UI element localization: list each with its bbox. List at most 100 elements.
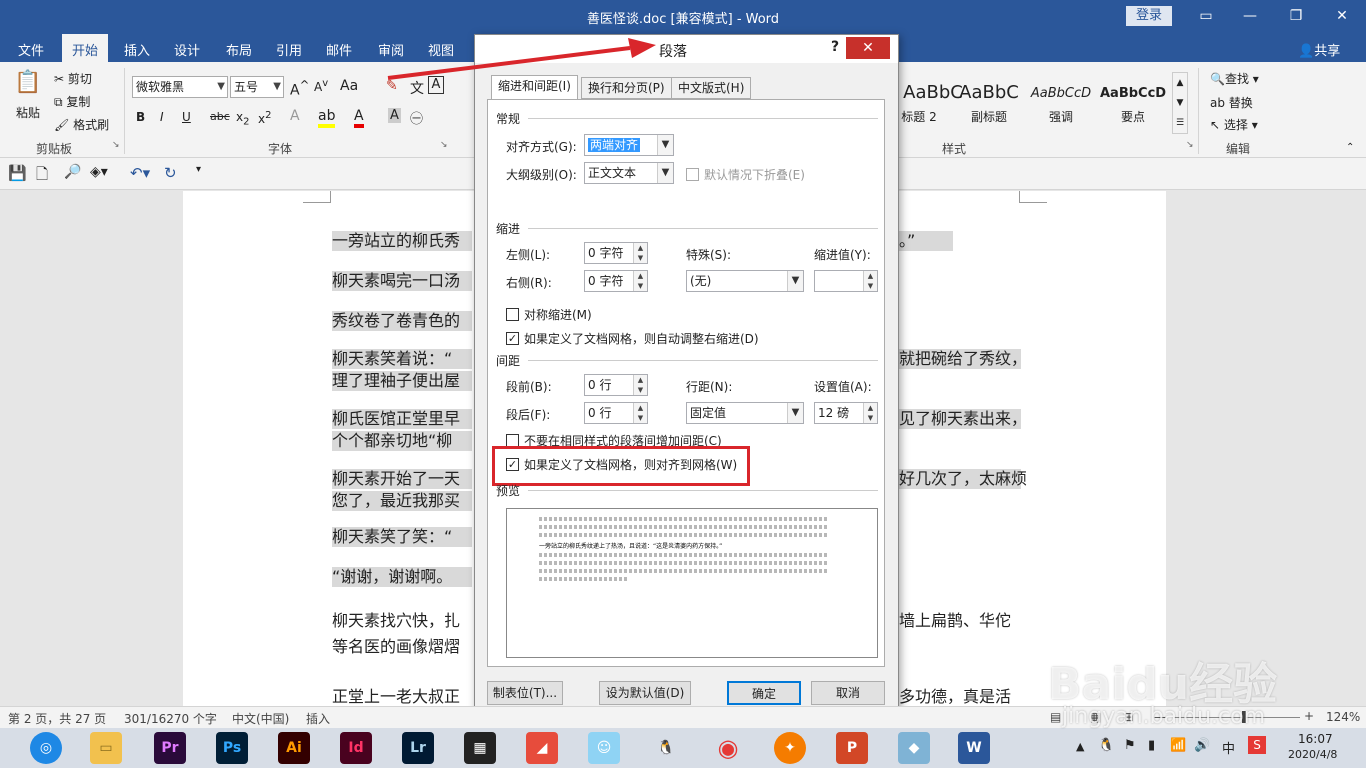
spacing-at-input[interactable]: 12 磅 ▲ ▼ bbox=[814, 402, 878, 424]
indesign-icon[interactable]: Id bbox=[340, 732, 372, 764]
customize-qat-icon[interactable]: ▾ bbox=[196, 164, 201, 175]
font-name-combo[interactable]: 微软雅黑 ▼ bbox=[132, 76, 228, 98]
spinner-icon[interactable]: ▲ ▼ bbox=[633, 403, 647, 423]
doc-paragraph[interactable]: 理了理袖子便出屋 bbox=[332, 371, 472, 391]
save-icon[interactable]: 💾 bbox=[8, 164, 27, 182]
tray-battery-icon[interactable]: ▮ bbox=[1148, 738, 1155, 753]
set-default-button[interactable]: 设为默认值(D) bbox=[599, 681, 691, 705]
dialog-launcher-icon[interactable]: ↘ bbox=[440, 140, 448, 150]
doc-paragraph[interactable]: 柳天素找穴快，扎 bbox=[332, 611, 460, 631]
spinner-icon[interactable]: ▲ ▼ bbox=[863, 403, 877, 423]
doc-paragraph[interactable]: 多功德，真是活 bbox=[899, 687, 1011, 707]
ribbon-display-icon[interactable]: ▭ bbox=[1196, 6, 1216, 26]
collapse-ribbon-icon[interactable]: ⌃ bbox=[1346, 142, 1354, 153]
dialog-launcher-icon[interactable]: ↘ bbox=[1186, 140, 1194, 150]
login-button[interactable]: 登录 bbox=[1126, 6, 1172, 26]
app-icon[interactable]: ◢ bbox=[526, 732, 558, 764]
alignment-select[interactable]: 两端对齐 ▼ bbox=[584, 134, 674, 156]
tab-references[interactable]: 引用 bbox=[276, 40, 302, 59]
restore-icon[interactable]: ❐ bbox=[1286, 6, 1306, 26]
replace-button[interactable]: ab 替换 bbox=[1210, 94, 1253, 111]
style-preview[interactable]: AaBbC bbox=[956, 82, 1022, 103]
share-button[interactable]: 👤共享 bbox=[1298, 40, 1340, 59]
special-select[interactable]: (无) ▼ bbox=[686, 270, 804, 292]
doc-paragraph[interactable]: 柳天素开始了一天 bbox=[332, 469, 472, 489]
subscript-icon[interactable]: x2 bbox=[236, 110, 249, 127]
insert-mode[interactable]: 插入 bbox=[306, 710, 330, 727]
ok-button[interactable]: 确定 bbox=[727, 681, 801, 705]
word-icon[interactable]: W bbox=[958, 732, 990, 764]
bold-icon[interactable]: B bbox=[136, 110, 145, 124]
italic-icon[interactable]: I bbox=[160, 110, 164, 124]
draw-icon[interactable]: ◈▾ bbox=[90, 164, 108, 180]
doc-paragraph[interactable]: 秀纹卷了卷青色的 bbox=[332, 311, 472, 331]
qq-icon[interactable]: 🐧 bbox=[650, 732, 682, 764]
underline-icon[interactable]: U bbox=[182, 110, 191, 124]
doc-paragraph[interactable]: 正堂上一老大叔正 bbox=[332, 687, 460, 707]
cancel-button[interactable]: 取消 bbox=[811, 681, 885, 705]
superscript-icon[interactable]: x2 bbox=[258, 110, 271, 126]
browser-icon[interactable]: ◎ bbox=[30, 732, 62, 764]
lightroom-icon[interactable]: Lr bbox=[402, 732, 434, 764]
grow-font-icon[interactable]: A^ bbox=[290, 78, 309, 99]
explorer-icon[interactable]: ▭ bbox=[90, 732, 122, 764]
spinner-icon[interactable]: ▲ ▼ bbox=[633, 271, 647, 291]
doc-paragraph[interactable]: 柳天素笑着说：“ bbox=[332, 349, 472, 369]
enclose-char-icon[interactable]: ㊀ bbox=[410, 108, 423, 127]
app-icon[interactable]: ✦ bbox=[774, 732, 806, 764]
paste-icon[interactable]: 📋 bbox=[14, 70, 41, 95]
zoom-in-icon[interactable]: + bbox=[1304, 709, 1314, 723]
tray-qq-icon[interactable]: 🐧 bbox=[1098, 738, 1114, 753]
doc-paragraph[interactable]: 见了柳天素出来， bbox=[899, 409, 1027, 429]
style-label[interactable]: 要点 bbox=[1100, 108, 1166, 125]
tray-ime-label[interactable]: 中 bbox=[1222, 738, 1235, 757]
doc-paragraph[interactable]: 一旁站立的柳氏秀 bbox=[332, 231, 472, 251]
strikethrough-icon[interactable]: abc bbox=[210, 110, 230, 123]
tab-file[interactable]: 文件 bbox=[18, 40, 44, 59]
indent-by-input[interactable]: ▲ ▼ bbox=[814, 270, 878, 292]
style-preview[interactable]: AaBbCcD bbox=[1028, 86, 1094, 101]
doc-paragraph[interactable]: “谢谢，谢谢啊。 bbox=[332, 567, 472, 587]
outline-level-select[interactable]: 正文文本 ▼ bbox=[584, 162, 674, 184]
find-button[interactable]: 🔍查找 ▾ bbox=[1210, 70, 1259, 87]
doc-paragraph[interactable]: 您了，最近我那买 bbox=[332, 491, 472, 511]
new-doc-icon[interactable]: 🗋 bbox=[36, 164, 48, 189]
paste-button[interactable]: 粘贴 bbox=[16, 104, 40, 121]
select-button[interactable]: ↖ 选择 ▾ bbox=[1210, 116, 1258, 133]
doc-paragraph[interactable]: 就把碗给了秀纹， bbox=[899, 349, 1027, 369]
tray-chevron-icon[interactable]: ▲ bbox=[1076, 740, 1084, 753]
tab-insert[interactable]: 插入 bbox=[124, 40, 150, 59]
format-painter-button[interactable]: 🖌 格式刷 bbox=[54, 116, 109, 133]
styles-scroll[interactable]: ▲ ▼ ☰ bbox=[1172, 72, 1188, 134]
spacing-before-input[interactable]: 0 行 ▲ ▼ bbox=[584, 374, 648, 396]
redo-icon[interactable]: ↻ bbox=[164, 164, 177, 182]
font-color-icon[interactable]: A bbox=[354, 108, 364, 128]
char-shading-icon[interactable]: A bbox=[388, 108, 401, 123]
page-count[interactable]: 第 2 页，共 27 页 bbox=[8, 710, 106, 727]
undo-icon[interactable]: ↶▾ bbox=[130, 164, 150, 182]
tray-sogou-icon[interactable]: S bbox=[1248, 736, 1266, 754]
doc-paragraph[interactable]: 好几次了，太麻烦 bbox=[899, 469, 1027, 489]
help-icon[interactable]: ? bbox=[831, 39, 839, 55]
tab-mailings[interactable]: 邮件 bbox=[326, 40, 352, 59]
close-icon[interactable]: ✕ bbox=[846, 37, 890, 59]
spinner-icon[interactable]: ▲ ▼ bbox=[863, 271, 877, 291]
indent-left-input[interactable]: 0 字符 ▲ ▼ bbox=[584, 242, 648, 264]
minimize-icon[interactable]: — bbox=[1240, 6, 1260, 26]
style-preview[interactable]: AaBbCcD bbox=[1100, 86, 1166, 101]
language[interactable]: 中文(中国) bbox=[232, 710, 289, 727]
tabs-button[interactable]: 制表位(T)... bbox=[487, 681, 563, 705]
tab-asian-typography[interactable]: 中文版式(H) bbox=[671, 77, 752, 99]
tab-home[interactable]: 开始 bbox=[62, 34, 109, 62]
clock-time[interactable]: 16:07 bbox=[1298, 732, 1333, 746]
doc-paragraph[interactable]: 柳天素喝完一口汤 bbox=[332, 271, 472, 291]
clock-date[interactable]: 2020/4/8 bbox=[1288, 748, 1337, 761]
doc-paragraph[interactable]: 柳氏医馆正堂里早 bbox=[332, 409, 472, 429]
doc-paragraph[interactable]: 。” bbox=[899, 231, 953, 251]
zoom-level[interactable]: 124% bbox=[1326, 710, 1360, 724]
highlight-icon[interactable]: ab bbox=[318, 108, 336, 128]
text-effects-icon[interactable]: A bbox=[290, 108, 300, 124]
spinner-icon[interactable]: ▲ ▼ bbox=[633, 375, 647, 395]
shrink-font-icon[interactable]: Av bbox=[314, 78, 328, 94]
word-count[interactable]: 301/16270 个字 bbox=[124, 710, 217, 727]
